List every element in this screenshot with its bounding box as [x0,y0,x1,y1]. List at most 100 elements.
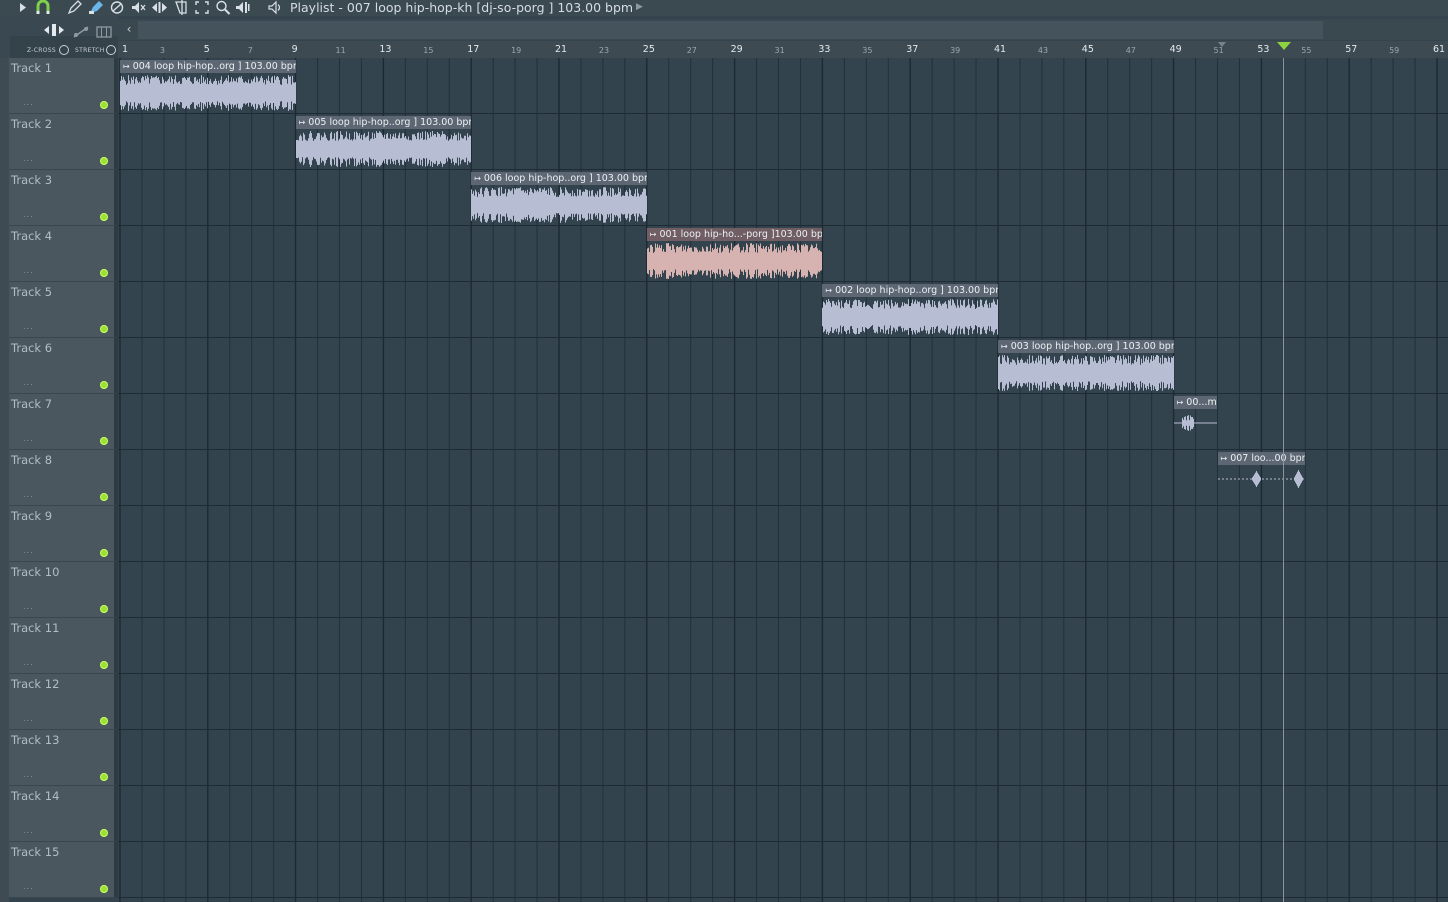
track-mute-led-icon[interactable] [100,213,108,221]
mute-icon[interactable] [130,0,146,15]
clip-menu-icon[interactable]: ↦ [1001,342,1008,351]
track-header[interactable]: Track 11... [9,618,114,674]
track-grip[interactable]: ... [23,322,34,331]
track-mute-led-icon[interactable] [100,101,108,109]
track-header[interactable]: Track 12... [9,674,114,730]
zoom-icon[interactable] [215,0,231,15]
left-edge-bar [0,58,9,902]
clip-header[interactable]: ↦ 003 loop hip-hop..org ] 103.00 bpm [998,340,1174,353]
magnet-icon[interactable] [35,0,51,15]
track-header[interactable]: Track 10... [9,562,114,618]
track-grip[interactable]: ... [23,266,34,275]
track-mute-led-icon[interactable] [100,157,108,165]
pencil-icon[interactable] [66,0,82,15]
track-grip[interactable]: ... [23,546,34,555]
stretch-radio[interactable] [106,45,116,55]
song-position-marker-icon[interactable] [1277,42,1291,50]
track-header[interactable]: Track 2... [9,114,114,170]
track-grip[interactable]: ... [23,714,34,723]
track-mute-led-icon[interactable] [100,549,108,557]
track-header[interactable]: Track 8... [9,450,114,506]
track-mute-led-icon[interactable] [100,885,108,893]
playback-icon[interactable] [235,0,251,15]
clip-waveform [120,75,296,111]
track-mute-led-icon[interactable] [100,381,108,389]
clip-menu-icon[interactable]: ↦ [650,230,657,239]
track-header[interactable]: Track 7... [9,394,114,450]
clip-header[interactable]: ↦ 006 loop hip-hop..org ] 103.00 bpm [471,172,647,185]
ruler-label: 49 [1169,44,1182,55]
scrollbar-thumb[interactable] [138,21,1323,39]
ruler-label: 55 [1301,46,1312,55]
select-icon[interactable] [194,0,210,15]
clip-header[interactable]: ↦ 004 loop hip-hop..org ] 103.00 bpm [120,60,296,73]
speaker-icon[interactable] [268,0,284,15]
track-header[interactable]: Track 14... [9,786,114,842]
track-header[interactable]: Track 6... [9,338,114,394]
clip-menu-icon[interactable]: ↦ [1177,398,1184,407]
clip-header[interactable]: ↦ 002 loop hip-hop..org ] 103.00 bpm [822,284,998,297]
track-mute-led-icon[interactable] [100,661,108,669]
scroll-left-icon[interactable]: ‹ [122,20,136,38]
clip-menu-icon[interactable]: ↦ [1221,454,1228,463]
track-mute-led-icon[interactable] [100,437,108,445]
track-header[interactable]: Track 4... [9,226,114,282]
track-mute-led-icon[interactable] [100,269,108,277]
paint-icon[interactable] [88,0,104,15]
audio-clip[interactable]: ↦ 005 loop hip-hop..org ] 103.00 bpm [295,116,472,168]
audio-clip[interactable]: ↦ 006 loop hip-hop..org ] 103.00 bpm [471,172,647,224]
clip-menu-icon[interactable]: ↦ [123,62,130,71]
audio-clip[interactable]: ↦ 002 loop hip-hop..org ] 103.00 bpm [822,284,998,336]
title-arrow-icon[interactable]: ▶ [636,0,643,15]
track-grip[interactable]: ... [23,154,34,163]
delete-icon[interactable] [110,0,124,15]
clip-header[interactable]: ↦ 007 loo...00 bpm [1217,452,1306,465]
track-grip[interactable]: ... [23,658,34,667]
track-grip[interactable]: ... [23,378,34,387]
track-name: Track 7 [11,397,53,411]
slice-icon[interactable] [173,0,189,15]
snap-tool-icon[interactable] [44,22,64,41]
ruler-label: 13 [379,44,392,55]
link-tool-icon[interactable] [73,23,89,42]
audio-clip[interactable]: ↦ 003 loop hip-hop..org ] 103.00 bpm [998,340,1174,392]
audio-clip[interactable]: ↦ 001 loop hip-ho...-porg ]103.00 bpm [646,228,823,280]
clip-menu-icon[interactable]: ↦ [474,174,481,183]
clip-header[interactable]: ↦ 001 loop hip-ho...-porg ]103.00 bpm [646,228,823,241]
zcross-radio[interactable] [59,45,69,55]
track-header[interactable]: Track 5... [9,282,114,338]
track-grip[interactable]: ... [23,826,34,835]
track-mute-led-icon[interactable] [100,325,108,333]
clip-menu-icon[interactable]: ↦ [299,118,306,127]
track-grip[interactable]: ... [23,770,34,779]
track-grip[interactable]: ... [23,434,34,443]
track-mute-led-icon[interactable] [100,773,108,781]
track-mute-led-icon[interactable] [100,829,108,837]
clip-menu-icon[interactable]: ↦ [825,286,832,295]
track-header[interactable]: Track 13... [9,730,114,786]
track-grip[interactable]: ... [23,210,34,219]
track-header[interactable]: Track 15... [9,842,114,898]
track-mute-led-icon[interactable] [100,717,108,725]
track-grip[interactable]: ... [23,602,34,611]
audio-clip[interactable]: ↦ 007 loo...00 bpm [1217,452,1306,504]
clip-header[interactable]: ↦ 005 loop hip-hop..org ] 103.00 bpm [295,116,472,129]
play-arrow-icon[interactable] [18,0,28,15]
piano-tool-icon[interactable] [96,23,112,42]
track-grip[interactable]: ... [23,490,34,499]
loop-marker-icon[interactable] [1218,42,1226,47]
track-header[interactable]: Track 1... [9,58,114,114]
clip-header[interactable]: ↦ 00...m [1173,396,1218,409]
track-mute-led-icon[interactable] [100,605,108,613]
ruler-label: 27 [686,46,697,55]
playlist-window: Playlist - 007 loop hip-hop-kh [dj-so-po… [0,0,1448,902]
track-grip[interactable]: ... [23,98,34,107]
track-grip[interactable]: ... [23,882,34,891]
track-header[interactable]: Track 9... [9,506,114,562]
track-header[interactable]: Track 3... [9,170,114,226]
timeline-ruler[interactable]: 1 3 5 7 9 11 13 15 17 19 21 23 25 27 29 31 33 35 37 39 41 43 4… [118,41,1448,59]
slip-icon[interactable] [151,0,168,15]
track-mute-led-icon[interactable] [100,493,108,501]
audio-clip[interactable]: ↦ 004 loop hip-hop..org ] 103.00 bpm [120,60,296,112]
audio-clip[interactable]: ↦ 00...m [1173,396,1218,448]
